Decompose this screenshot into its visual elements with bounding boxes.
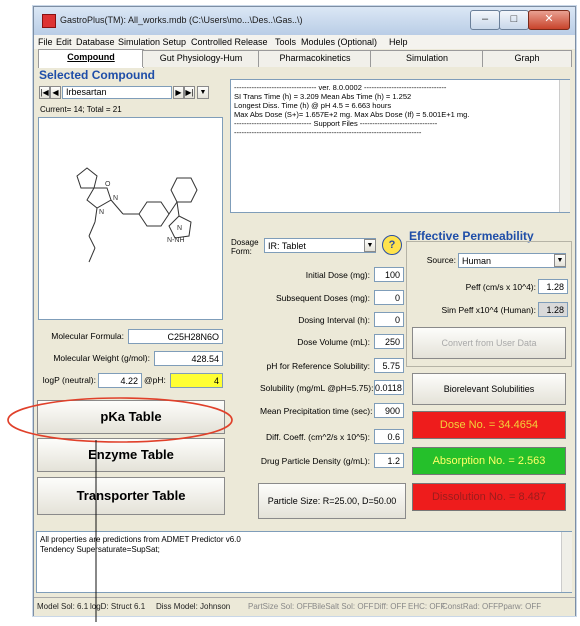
annotation-ellipse [7,397,233,443]
annotation-overlay [7,397,233,622]
